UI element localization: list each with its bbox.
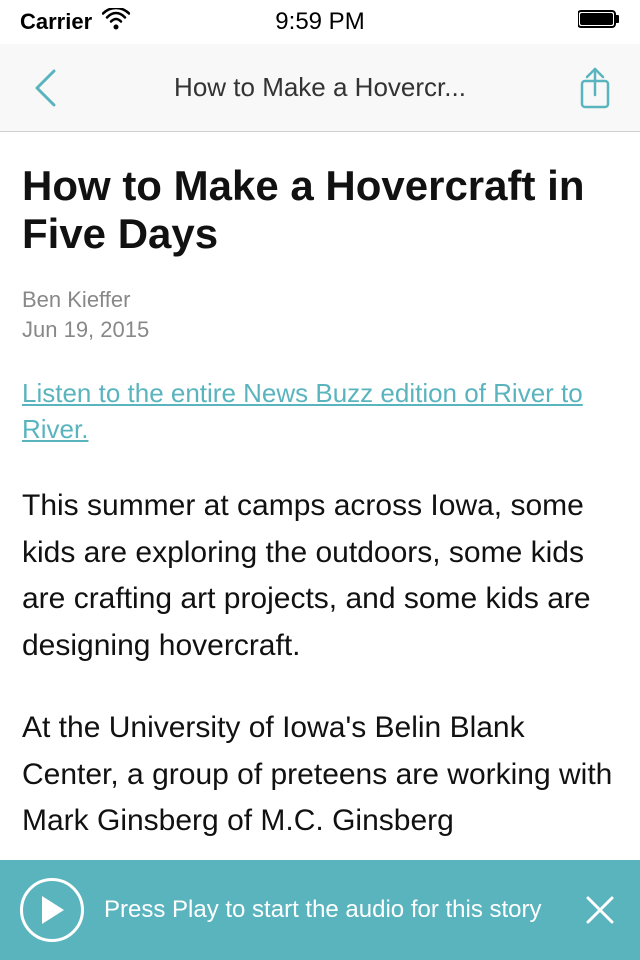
play-bar: Press Play to start the audio for this s… (0, 860, 640, 960)
body-paragraph-1: This summer at camps across Iowa, some k… (22, 483, 618, 669)
wifi-icon (102, 8, 130, 36)
article-link[interactable]: Listen to the entire News Buzz edition o… (22, 375, 618, 448)
carrier-label: Carrier (20, 9, 92, 35)
status-bar: Carrier 9:59 PM (0, 0, 640, 44)
nav-bar: How to Make a Hovercr... (0, 44, 640, 132)
status-left: Carrier (20, 8, 130, 36)
article-author: Ben Kieffer (22, 287, 618, 313)
nav-title: How to Make a Hovercr... (70, 72, 570, 103)
share-button[interactable] (570, 63, 620, 113)
close-button[interactable] (580, 890, 620, 930)
status-time: 9:59 PM (275, 8, 364, 36)
battery-icon (578, 8, 620, 37)
article-body: This summer at camps across Iowa, some k… (22, 483, 618, 845)
play-bar-text: Press Play to start the audio for this s… (84, 894, 580, 925)
play-button[interactable] (20, 878, 84, 942)
status-right (578, 8, 620, 37)
body-paragraph-2: At the University of Iowa's Belin Blank … (22, 705, 618, 845)
article-title: How to Make a Hovercraft in Five Days (22, 162, 618, 259)
back-button[interactable] (20, 63, 70, 113)
article-date: Jun 19, 2015 (22, 317, 618, 343)
article-content: How to Make a Hovercraft in Five Days Be… (0, 132, 640, 860)
